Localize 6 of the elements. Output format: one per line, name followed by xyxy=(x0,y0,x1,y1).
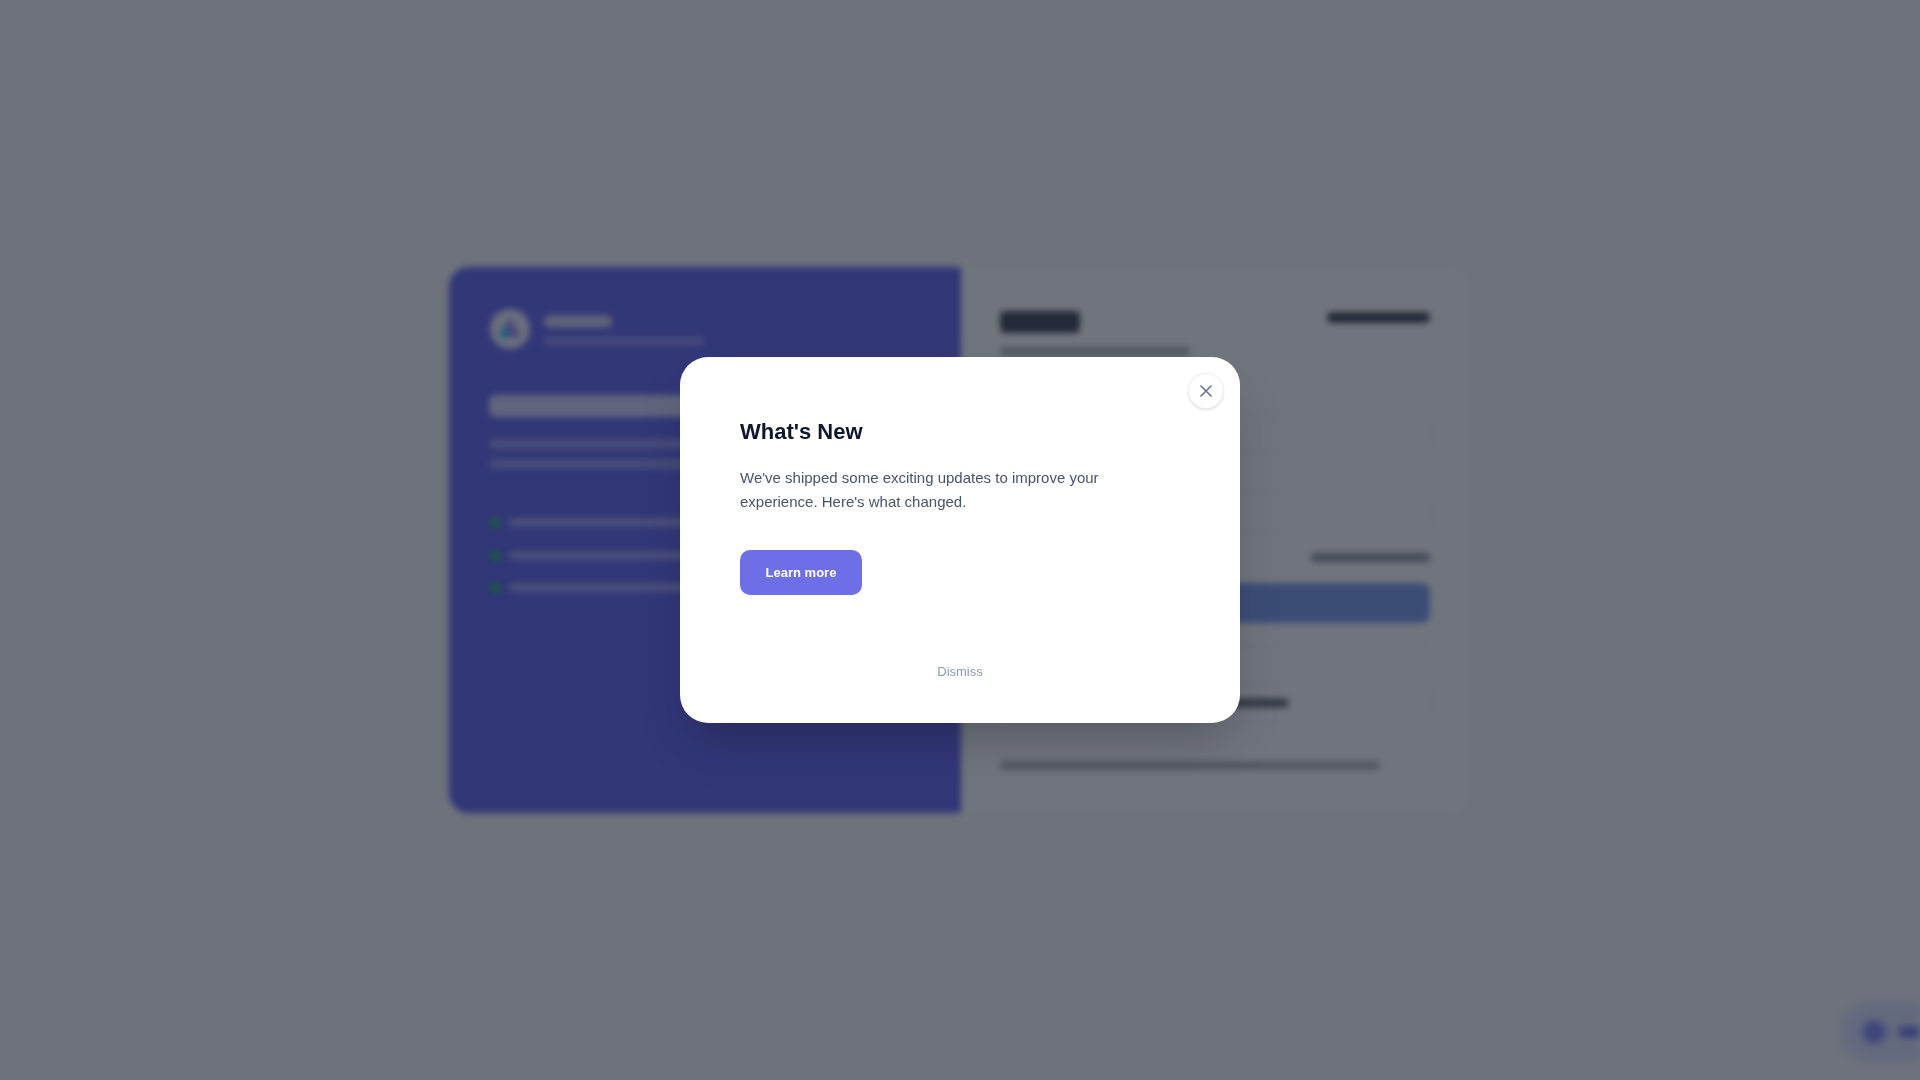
dialog-message: We've shipped some exciting updates to improve your experience. Here's what changed. xyxy=(740,468,1100,512)
dialog-title: What's New xyxy=(740,418,863,446)
learn-more-button[interactable]: Learn more xyxy=(740,550,862,595)
close-icon xyxy=(1200,385,1212,397)
close-button[interactable] xyxy=(1188,373,1224,409)
dismiss-link[interactable]: Dismiss xyxy=(937,662,983,682)
